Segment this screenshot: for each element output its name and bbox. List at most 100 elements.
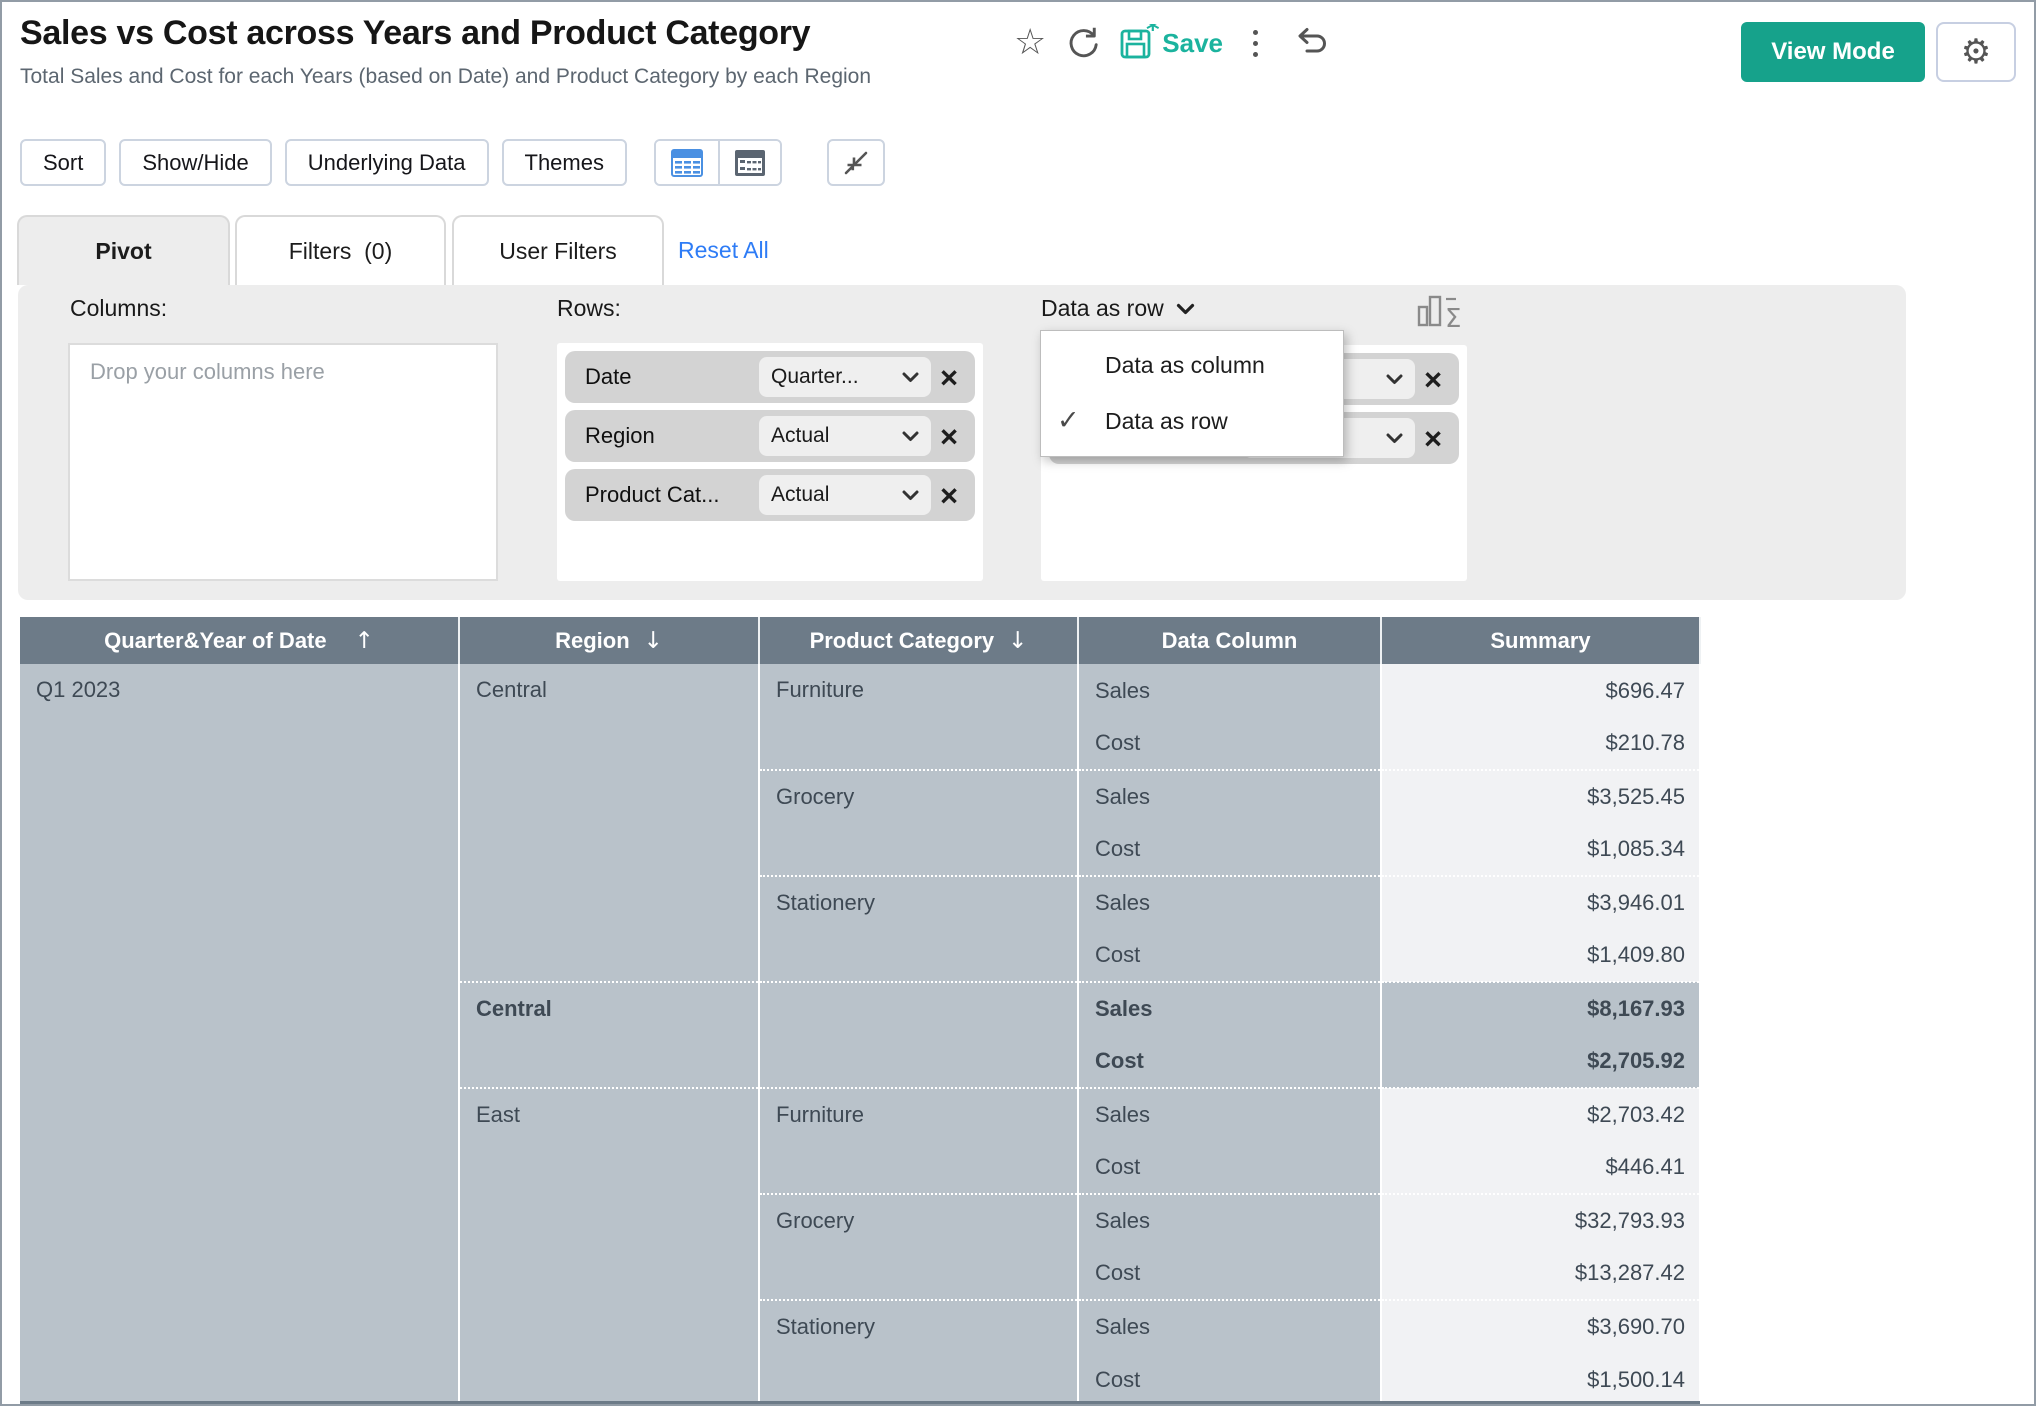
tab-filters[interactable]: Filters (0) — [235, 215, 446, 285]
summary-value-cell: $3,946.01 — [1381, 876, 1700, 929]
summary-subtotal-cell: $8,167.93 — [1381, 982, 1700, 1035]
columns-placeholder: Drop your columns here — [90, 359, 325, 385]
pivot-table: Quarter&Year of Date↑ Region↓ Product Ca… — [20, 617, 1701, 1406]
chip-field-label: Product Cat... — [585, 482, 759, 508]
pivot-config-panel: Columns: Drop your columns here Rows: Da… — [18, 285, 1906, 600]
header-data-column[interactable]: Data Column — [1078, 617, 1381, 664]
row-chip-date[interactable]: Date Quarter... × — [565, 351, 975, 403]
save-label: Save — [1162, 28, 1223, 59]
columns-label: Columns: — [70, 295, 167, 322]
table-view-toggle-group — [654, 139, 782, 186]
product-cell: Grocery — [759, 1194, 1078, 1300]
save-button[interactable]: * Save — [1118, 24, 1223, 62]
chip-aggregate-select[interactable]: Actual — [759, 416, 931, 456]
summary-value-cell: $696.47 — [1381, 664, 1700, 717]
summary-subtotal-cell: $2,705.92 — [1381, 1035, 1700, 1088]
close-icon[interactable]: × — [931, 421, 967, 452]
favorite-star-icon[interactable]: ☆ — [1014, 25, 1046, 61]
summary-columns-icon[interactable]: Σ — [1416, 291, 1464, 336]
data-column-cell: Cost — [1078, 717, 1381, 770]
toolbar: Sort Show/Hide Underlying Data Themes — [20, 139, 885, 186]
settings-button[interactable]: ⚙ — [1936, 22, 2016, 82]
summary-value-cell: $2,703.42 — [1381, 1088, 1700, 1141]
pivot-table-region: Quarter&Year of Date↑ Region↓ Product Ca… — [20, 617, 1701, 1406]
chip-aggregate-select[interactable]: Actual — [759, 475, 931, 515]
title-action-bar: ☆ * Save — [1014, 20, 1329, 66]
sort-desc-icon: ↓ — [644, 628, 663, 654]
row-chip-product-category[interactable]: Product Cat... Actual × — [565, 469, 975, 521]
header-summary[interactable]: Summary — [1381, 617, 1700, 664]
summary-value-cell: $1,085.34 — [1381, 823, 1700, 876]
page-title: Sales vs Cost across Years and Product C… — [20, 14, 810, 53]
row-chip-region[interactable]: Region Actual × — [565, 410, 975, 462]
tab-pivot[interactable]: Pivot — [17, 215, 230, 285]
data-column-cell: Cost — [1078, 929, 1381, 982]
summary-value-cell: $32,793.93 — [1381, 1194, 1700, 1247]
chevron-down-icon — [902, 431, 919, 442]
header-region[interactable]: Region↓ — [459, 617, 759, 664]
data-column-cell: Sales — [1078, 770, 1381, 823]
data-column-cell: Cost — [1078, 1141, 1381, 1194]
more-options-kebab-icon[interactable] — [1247, 23, 1263, 63]
summary-value-cell: $3,525.45 — [1381, 770, 1700, 823]
quarter-cell: Q1 2023 — [20, 664, 459, 1406]
header-product-category[interactable]: Product Category↓ — [759, 617, 1078, 664]
plain-table-view-icon[interactable] — [656, 141, 718, 184]
summary-value-cell: $446.41 — [1381, 1141, 1700, 1194]
reset-all-link[interactable]: Reset All — [678, 215, 769, 285]
columns-drop-zone[interactable]: Drop your columns here — [68, 343, 498, 581]
product-cell: Furniture — [759, 1088, 1078, 1194]
data-column-cell: Sales — [1078, 664, 1381, 717]
summary-value-cell: $1,409.80 — [1381, 929, 1700, 982]
close-icon[interactable]: × — [931, 480, 967, 511]
chevron-down-icon — [1386, 433, 1403, 444]
product-cell: Furniture — [759, 664, 1078, 770]
svg-text:Σ: Σ — [1445, 304, 1461, 331]
data-column-cell: Sales — [1078, 876, 1381, 929]
app-window: Sales vs Cost across Years and Product C… — [0, 0, 2036, 1406]
chip-aggregate-select[interactable]: Quarter... — [759, 357, 931, 397]
data-column-cell: Cost — [1078, 1035, 1381, 1088]
summary-value-cell: $210.78 — [1381, 717, 1700, 770]
check-icon: ✓ — [1057, 405, 1080, 436]
chevron-down-icon — [1386, 374, 1403, 385]
chevron-down-icon — [902, 490, 919, 501]
table-header-row: Quarter&Year of Date↑ Region↓ Product Ca… — [20, 617, 1700, 664]
data-column-cell: Cost — [1078, 1353, 1381, 1406]
summary-value-cell: $13,287.42 — [1381, 1247, 1700, 1300]
tab-bar: Pivot Filters (0) User Filters Reset All — [2, 215, 2034, 285]
product-cell: Stationery — [759, 876, 1078, 982]
menu-item-data-as-column[interactable]: Data as column — [1041, 337, 1343, 393]
product-cell: Stationery — [759, 1300, 1078, 1406]
show-hide-button[interactable]: Show/Hide — [119, 139, 271, 186]
chip-field-label: Region — [585, 423, 759, 449]
collapse-panel-icon[interactable] — [827, 139, 885, 186]
close-icon[interactable]: × — [931, 362, 967, 393]
refresh-icon[interactable] — [1064, 25, 1100, 61]
table-bottom-edge — [20, 1401, 1700, 1406]
sort-desc-icon: ↓ — [1008, 628, 1027, 654]
gear-icon: ⚙ — [1961, 35, 1991, 69]
underlying-data-button[interactable]: Underlying Data — [285, 139, 489, 186]
data-column-cell: Sales — [1078, 1300, 1381, 1353]
themes-button[interactable]: Themes — [502, 139, 627, 186]
data-column-cell: Cost — [1078, 823, 1381, 876]
header-quarter-year[interactable]: Quarter&Year of Date↑ — [20, 617, 459, 664]
region-cell: Central — [459, 664, 759, 982]
sort-button[interactable]: Sort — [20, 139, 106, 186]
chip-field-label: Date — [585, 364, 759, 390]
view-mode-button[interactable]: View Mode — [1741, 22, 1925, 82]
table-row: Q1 2023 Central Furniture Sales $696.47 — [20, 664, 1700, 717]
close-icon[interactable]: × — [1415, 364, 1451, 395]
rows-drop-zone[interactable]: Date Quarter... × Region Actual × Produc… — [557, 343, 983, 581]
rows-label: Rows: — [557, 295, 621, 322]
data-as-row-dropdown-trigger[interactable]: Data as row — [1041, 295, 1195, 322]
pivot-table-view-icon[interactable] — [718, 141, 780, 184]
menu-item-data-as-row[interactable]: ✓ Data as row — [1041, 393, 1343, 449]
tab-user-filters[interactable]: User Filters — [452, 215, 664, 285]
data-column-cell: Sales — [1078, 1088, 1381, 1141]
product-cell: Grocery — [759, 770, 1078, 876]
undo-icon[interactable] — [1289, 26, 1329, 60]
data-column-cell: Sales — [1078, 982, 1381, 1035]
close-icon[interactable]: × — [1415, 423, 1451, 454]
